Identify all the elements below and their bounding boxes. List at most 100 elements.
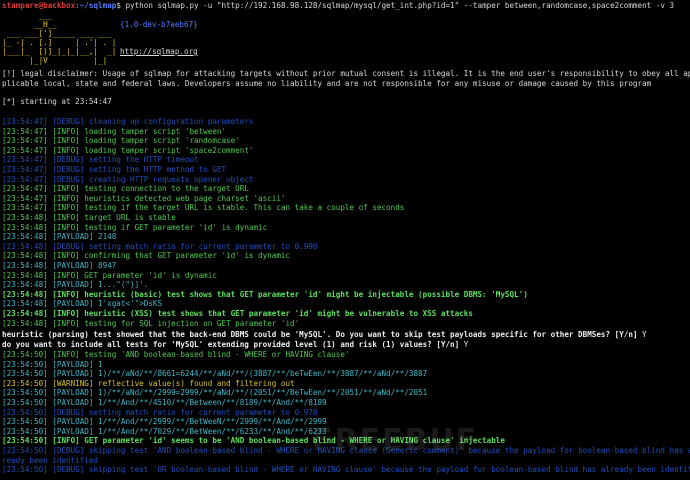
log-line: [23:54:50] [INFO] testing 'AND boolean-b… bbox=[2, 350, 690, 360]
log-level-tag: [INFO] bbox=[52, 222, 80, 232]
log-message: heuristic (XSS) test shows that GET para… bbox=[79, 309, 473, 318]
log-message: heuristic (basic) test shows that GET pa… bbox=[79, 289, 528, 299]
log-line: [23:54:47] [DEBUG] creating HTTP request… bbox=[2, 175, 690, 185]
log-message: loading tamper script 'randomcase' bbox=[79, 136, 240, 146]
log-message: GET parameter 'id' is dynamic bbox=[79, 270, 217, 280]
log-timestamp: [23:54:47] bbox=[2, 126, 48, 136]
log-timestamp: [23:54:47] bbox=[2, 203, 48, 213]
log-line: [23:54:47] [INFO] loading tamper script … bbox=[2, 127, 690, 137]
log-level-tag: [DEBUG] bbox=[52, 446, 85, 455]
log-message: heuristics detected web page charset 'as… bbox=[79, 193, 286, 203]
log-message: confirming that GET parameter 'id' is dy… bbox=[79, 251, 291, 261]
log-line: [23:54:47] [INFO] heuristics detected we… bbox=[2, 194, 690, 204]
log-line: [23:54:47] [DEBUG] cleaning up configura… bbox=[2, 117, 690, 127]
log-message: creating HTTP requests opener object bbox=[84, 174, 254, 184]
log-message: 1)/**/aNd/**/2999=2999/**/aNd/**/(2051/*… bbox=[93, 388, 428, 398]
log-level-tag: [DEBUG] bbox=[52, 155, 85, 165]
log-level-tag: [INFO] bbox=[52, 309, 80, 318]
log-timestamp: [23:54:48] bbox=[2, 270, 48, 280]
log-level-tag: [DEBUG] bbox=[52, 465, 85, 475]
log-message: cleaning up configuration parameters bbox=[84, 117, 254, 126]
log-message: testing 'AND boolean-based blind - WHERE… bbox=[79, 350, 350, 359]
log-message: setting match ratio for current paramete… bbox=[84, 407, 318, 417]
question-text: heuristic (parsing) test showed that the… bbox=[2, 330, 638, 339]
log-message: loading tamper script 'space2comment' bbox=[79, 145, 254, 155]
log-level-tag: [PAYLOAD] bbox=[52, 280, 94, 290]
question-line: heuristic (parsing) test showed that the… bbox=[2, 330, 690, 340]
log-line: [23:54:48] [INFO] GET parameter 'id' is … bbox=[2, 271, 690, 281]
log-level-tag: [DEBUG] bbox=[52, 165, 85, 174]
log-line: [23:54:48] [INFO] target URL is stable bbox=[2, 213, 690, 223]
log-message: 1 bbox=[93, 359, 103, 369]
log-timestamp: [23:54:50] bbox=[2, 446, 48, 455]
log-line: [23:54:50] [DEBUG] setting match ratio f… bbox=[2, 408, 690, 418]
log-timestamp: [23:54:48] bbox=[2, 309, 48, 318]
log-line: [23:54:50] [PAYLOAD] 1/**/And/**/4510/**… bbox=[2, 398, 690, 408]
log-timestamp: [23:54:50] bbox=[2, 378, 48, 388]
log-line: [23:54:48] [DEBUG] setting match ratio f… bbox=[2, 242, 690, 252]
log-line: [23:54:50] [PAYLOAD] 1)/**/aNd/**/2999=2… bbox=[2, 388, 690, 398]
log-message: loading tamper script 'between' bbox=[79, 126, 227, 136]
log-line: [23:54:47] [DEBUG] setting the HTTP time… bbox=[2, 155, 690, 165]
prompt-path: :~/sqlmap bbox=[75, 1, 117, 10]
log-level-tag: [INFO] bbox=[52, 184, 80, 194]
log-timestamp: [23:54:47] bbox=[2, 117, 48, 126]
log-timestamp: [23:54:48] bbox=[2, 299, 48, 309]
log-level-tag: [INFO] bbox=[52, 270, 80, 280]
log-timestamp: [23:54:50] bbox=[2, 407, 48, 417]
log-level-tag: [DEBUG] bbox=[52, 407, 85, 417]
log-level-tag: [WARNING] bbox=[52, 378, 94, 388]
log-message: testing connection to the target URL bbox=[79, 184, 249, 194]
log-message: 2148 bbox=[93, 232, 117, 242]
log-message: ready been identified bbox=[2, 455, 99, 465]
log-level-tag: [PAYLOAD] bbox=[52, 261, 94, 270]
log-message: 1'xgat<'">DsKS bbox=[93, 299, 163, 309]
log-line: [23:54:50] [DEBUG] skipping test 'OR boo… bbox=[2, 465, 690, 475]
log-line: [23:54:48] [INFO] heuristic (XSS) test s… bbox=[2, 309, 690, 319]
log-level-tag: [INFO] bbox=[52, 251, 80, 261]
log-timestamp: [23:54:50] bbox=[2, 426, 48, 436]
log-timestamp: [23:54:50] bbox=[2, 350, 48, 359]
log-timestamp: [23:54:48] bbox=[2, 289, 48, 299]
log-level-tag: [PAYLOAD] bbox=[52, 299, 94, 309]
log-timestamp: [23:54:48] bbox=[2, 232, 48, 242]
prompt-user: stampare@backbox bbox=[2, 1, 76, 10]
log-line: [23:54:47] [INFO] testing if the target … bbox=[2, 203, 690, 213]
log-level-tag: [INFO] bbox=[52, 289, 80, 299]
log-level-tag: [PAYLOAD] bbox=[52, 417, 94, 427]
logo-line: |_|V |_| bbox=[2, 56, 108, 65]
command-text: python sqlmap.py -u "http://192.168.98.1… bbox=[120, 1, 675, 10]
log-level-tag: [INFO] bbox=[52, 318, 80, 328]
log-message: 8947 bbox=[93, 261, 117, 270]
log-timestamp: [23:54:47] bbox=[2, 174, 48, 184]
log-timestamp: [23:54:48] bbox=[2, 280, 48, 290]
log-level-tag: [DEBUG] bbox=[52, 117, 85, 126]
log-timestamp: [23:54:47] bbox=[2, 165, 48, 174]
log-timestamp: [23:54:50] bbox=[2, 436, 48, 446]
answer-text: Y bbox=[637, 330, 647, 339]
log-message: 1/**/And/**/7029/**/BetWeen/**/6233/**/A… bbox=[93, 426, 327, 436]
log-level-tag: [PAYLOAD] bbox=[52, 359, 94, 369]
log-level-tag: [INFO] bbox=[52, 203, 80, 213]
log-timestamp: [23:54:48] bbox=[2, 251, 48, 261]
log-line: [23:54:48] [INFO] testing for SQL inject… bbox=[2, 319, 690, 329]
log-line: [23:54:50] [PAYLOAD] 1 bbox=[2, 360, 690, 370]
question-line: do you want to include all tests for 'My… bbox=[2, 340, 690, 350]
sqlmap-url[interactable]: http://sqlmap.org bbox=[120, 47, 198, 56]
log-timestamp: [23:54:47] bbox=[2, 193, 48, 203]
log-message: setting match ratio for current paramete… bbox=[84, 241, 318, 251]
log-level-tag: [PAYLOAD] bbox=[52, 232, 94, 242]
log-level-tag: [INFO] bbox=[52, 350, 80, 359]
log-level-tag: [PAYLOAD] bbox=[52, 369, 94, 379]
log-level-tag: [PAYLOAD] bbox=[52, 398, 94, 407]
log-message: 1..."(")]'. bbox=[93, 280, 149, 290]
log-timestamp: [23:54:48] bbox=[2, 241, 48, 251]
log-line: [23:54:48] [INFO] testing if GET paramet… bbox=[2, 223, 690, 233]
command-line: stampare@backbox:~/sqlmap$ python sqlmap… bbox=[2, 1, 690, 11]
terminal-window[interactable]: stampare@backbox:~/sqlmap$ python sqlmap… bbox=[0, 0, 690, 480]
log-message: testing if GET parameter 'id' is dynamic bbox=[79, 222, 268, 232]
question-text: do you want to include all tests for 'My… bbox=[2, 340, 460, 349]
log-timestamp: [23:54:48] bbox=[2, 318, 48, 328]
watermark: FREEBUF bbox=[312, 423, 479, 458]
log-level-tag: [PAYLOAD] bbox=[52, 388, 94, 398]
